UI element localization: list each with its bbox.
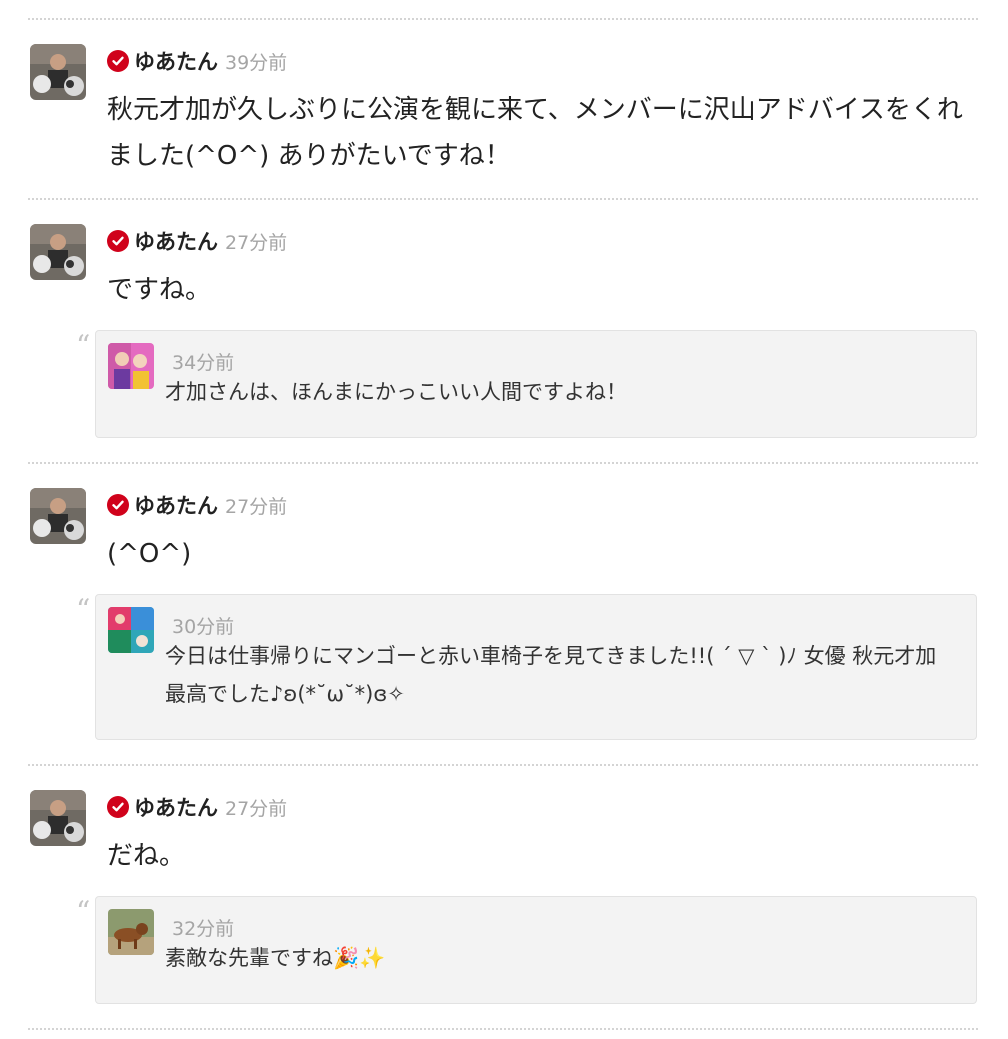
quote-mark-icon: “ [76,895,91,928]
avatar[interactable] [30,488,86,544]
avatar[interactable] [30,44,86,100]
quoted-text: 素敵な先輩ですね🎉✨ [165,946,386,970]
verified-check-icon [107,494,129,516]
separator [28,462,978,464]
separator [28,1028,978,1030]
comment-text: (^O^) [107,539,192,569]
avatar[interactable] [30,224,86,280]
timestamp: 27分前 [225,495,288,518]
verified-check-icon [107,50,129,72]
comment-text: だね。 [107,841,186,871]
author-name[interactable]: ゆあたん [134,46,218,76]
separator [28,198,978,200]
comment-header: ゆあたん 27分前 [107,226,287,256]
separator [28,764,978,766]
quoted-timestamp: 34分前 [172,352,235,374]
comment-header: ゆあたん 39分前 [107,46,287,76]
separator [28,18,978,20]
quoted-timestamp: 30分前 [172,616,235,638]
author-name[interactable]: ゆあたん [134,226,218,256]
quoted-text: 才加さんは、ほんまにかっこいい人間ですよね！ [165,380,627,404]
author-name[interactable]: ゆあたん [134,490,218,520]
comment-text: ですね。 [107,275,212,305]
timestamp: 27分前 [225,797,288,820]
verified-check-icon [107,230,129,252]
timestamp: 27分前 [225,231,288,254]
quoted-timestamp: 32分前 [172,918,235,940]
comment-text: 秋元才加が久しぶりに公演を観に来て、メンバーに沢山アドバイスをくれました(^O^… [107,95,963,171]
author-name[interactable]: ゆあたん [134,792,218,822]
verified-check-icon [107,796,129,818]
quoted-avatar[interactable] [108,909,154,955]
quoted-comment[interactable]: 32分前 素敵な先輩ですね🎉✨ [95,896,977,1004]
comment-header: ゆあたん 27分前 [107,490,287,520]
quoted-avatar[interactable] [108,343,154,389]
quote-mark-icon: “ [76,593,91,626]
quoted-comment[interactable]: 30分前 今日は仕事帰りにマンゴーと赤い車椅子を見てきました!!( ´ ▽ ` … [95,594,977,740]
comment-header: ゆあたん 27分前 [107,792,287,822]
quoted-text: 今日は仕事帰りにマンゴーと赤い車椅子を見てきました!!( ´ ▽ ` )ﾉ 女優… [165,644,937,706]
quoted-avatar[interactable] [108,607,154,653]
quoted-comment[interactable]: 34分前 才加さんは、ほんまにかっこいい人間ですよね！ [95,330,977,438]
timestamp: 39分前 [225,51,288,74]
avatar[interactable] [30,790,86,846]
quote-mark-icon: “ [76,329,91,362]
